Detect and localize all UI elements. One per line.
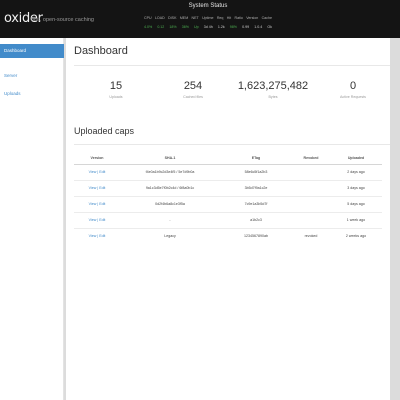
table-header-row: Version SHA-1 ETag Revoked Uploaded xyxy=(74,152,382,165)
status-label: Req xyxy=(216,16,224,20)
stat-label: Bytes xyxy=(268,95,278,99)
column-header[interactable]: Version xyxy=(74,152,120,165)
table-cell: a1b2c3 xyxy=(220,211,292,228)
table-cell: 9a1c3d5e7f0b2c4d / 6f8a0b1c xyxy=(120,179,220,196)
status-labels-row: CPU LOAD DISK MEM NET Uptime Req Hit Rat… xyxy=(144,16,272,20)
table-row: View | Edit Legacy 1234567890ab revoked … xyxy=(74,227,382,244)
status-value: 36% xyxy=(181,25,189,29)
status-value: 4.0% xyxy=(144,25,153,29)
column-header[interactable]: ETag xyxy=(220,152,292,165)
status-value: 3d 4h xyxy=(203,25,213,29)
table-cell: 7c9e1a3b5d7f xyxy=(220,195,292,212)
stat-bytes: 1,623,275,482 Bytes xyxy=(233,80,313,99)
sidebar-item-server[interactable]: Server xyxy=(0,70,64,82)
status-value: Up xyxy=(194,25,199,29)
stat-label: Active Requests xyxy=(340,95,366,99)
row-actions-link[interactable]: View | Edit xyxy=(74,211,120,228)
status-values-row: 4.0% 0.12 18% 36% Up 3d 4h 1.2k 98% 0.99… xyxy=(144,25,272,29)
table-cell: 1234567890ab xyxy=(220,227,292,244)
status-label: CPU xyxy=(144,16,152,20)
column-header[interactable]: SHA-1 xyxy=(120,152,220,165)
main-content: Dashboard 15 Uploads 254 Cached files 1,… xyxy=(66,38,390,400)
status-value: 0.12 xyxy=(157,25,165,29)
table-cell: 5 days ago xyxy=(330,195,382,212)
status-label: DISK xyxy=(168,16,177,20)
stat-value: 0 xyxy=(349,80,357,92)
status-value: 1.2k xyxy=(217,25,225,29)
status-label: MEM xyxy=(179,16,189,20)
column-header[interactable]: Revoked xyxy=(292,152,330,165)
table-row: View | Edit f4e0a1b9c2d3e4f5 / 5e7d9b0a … xyxy=(74,163,382,180)
table-cell xyxy=(292,195,330,212)
table-cell: f4e0a1b9c2d3e4f5 / 5e7d9b0a xyxy=(120,163,220,180)
column-header[interactable]: Uploaded xyxy=(330,152,382,165)
row-actions-link[interactable]: View | Edit xyxy=(74,163,120,180)
status-label: Version xyxy=(246,16,259,20)
sidebar-item-uploads[interactable]: Uploads xyxy=(0,88,64,100)
table-cell: 3b5d7f9a1c2e xyxy=(220,179,292,196)
status-value: 18% xyxy=(169,25,177,29)
status-value: Ok xyxy=(267,25,272,29)
stat-cached-files: 254 Cached files xyxy=(153,80,233,99)
title-divider xyxy=(74,65,390,66)
table-cell xyxy=(292,211,330,228)
row-actions-link[interactable]: View | Edit xyxy=(74,195,120,212)
status-label: Cache xyxy=(261,16,272,20)
table-row: View | Edit 9a1c3d5e7f0b2c4d / 6f8a0b1c … xyxy=(74,179,382,196)
row-actions-link[interactable]: View | Edit xyxy=(74,227,120,244)
sidebar-item-dashboard[interactable]: Dashboard xyxy=(0,44,64,58)
table-cell xyxy=(292,179,330,196)
row-actions-link[interactable]: View | Edit xyxy=(74,179,120,196)
sidebar: Dashboard Server Uploads xyxy=(0,38,64,400)
section-divider xyxy=(74,144,390,145)
stat-value: 1,623,275,482 xyxy=(237,80,309,92)
uploads-table: Version SHA-1 ETag Revoked Uploaded View… xyxy=(74,152,382,244)
table-cell: 58e6c5f1a2b3 xyxy=(220,163,292,180)
stat-value: 254 xyxy=(183,80,203,92)
status-label: Hit xyxy=(226,16,232,20)
status-label: LOAD xyxy=(154,16,165,20)
system-status-title: System Status xyxy=(188,3,228,9)
status-value: 98% xyxy=(229,25,237,29)
table-row: View | Edit - a1b2c3 1 week ago xyxy=(74,211,382,228)
table-cell: 0d2f4b6a8c1e3f5a xyxy=(120,195,220,212)
table-cell: 2 days ago xyxy=(330,163,382,180)
status-value: 0.99 xyxy=(242,25,250,29)
page-title: Dashboard xyxy=(74,45,128,57)
table-cell xyxy=(292,163,330,180)
status-value: 1.0.4 xyxy=(254,25,263,29)
table-cell: Legacy xyxy=(120,227,220,244)
table-cell: - xyxy=(120,211,220,228)
table-row: View | Edit 0d2f4b6a8c1e3f5a 7c9e1a3b5d7… xyxy=(74,195,382,212)
top-navbar: oxider fast, open-source caching System … xyxy=(0,0,400,38)
app-tagline: fast, open-source caching xyxy=(31,17,94,23)
stat-label: Uploads xyxy=(109,95,123,99)
system-status-panel: System Status CPU LOAD DISK MEM NET Upti… xyxy=(144,3,272,36)
stat-active-requests: 0 Active Requests xyxy=(313,80,393,99)
status-label: NET xyxy=(191,16,199,20)
table-cell: 3 days ago xyxy=(330,179,382,196)
table-cell: revoked xyxy=(292,227,330,244)
table-cell: 1 week ago xyxy=(330,211,382,228)
table-cell: 2 weeks ago xyxy=(330,227,382,244)
section-title: Uploaded caps xyxy=(74,126,135,136)
stat-uploads: 15 Uploads xyxy=(76,80,156,99)
status-label: Uptime xyxy=(202,16,214,20)
stat-value: 15 xyxy=(109,80,123,92)
stat-label: Cached files xyxy=(183,95,203,99)
status-label: Ratio xyxy=(234,16,243,20)
